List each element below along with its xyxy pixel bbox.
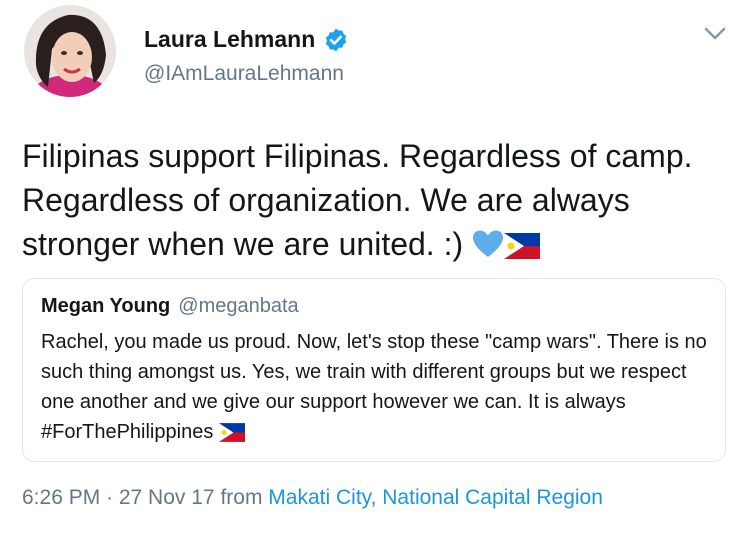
avatar[interactable] — [24, 5, 116, 97]
tweet-body: Filipinas support Filipinas. Regardless … — [22, 134, 737, 270]
quoted-tweet-header: Megan Young @meganbata — [41, 295, 299, 318]
quoted-tweet-text: Rachel, you made us proud. Now, let's st… — [41, 331, 707, 443]
author-handle[interactable]: @IAmLauraLehmann — [144, 62, 344, 86]
author-display-name[interactable]: Laura Lehmann — [144, 26, 315, 53]
blue-heart-icon — [472, 226, 504, 270]
from-prefix: from — [220, 486, 263, 509]
quoted-tweet[interactable]: Megan Young @meganbata Rachel, you made … — [22, 278, 726, 462]
location-link[interactable]: Makati City, National Capital Region — [268, 486, 603, 509]
tweet-timestamp[interactable]: 6:26 PM · 27 Nov 17 — [22, 486, 215, 509]
chevron-down-icon[interactable] — [703, 26, 727, 42]
philippines-flag-icon — [218, 421, 245, 451]
tweet-card: Laura Lehmann @IAmLauraLehmann Filipinas… — [0, 0, 750, 539]
quoted-author-handle[interactable]: @meganbata — [178, 295, 298, 318]
verified-badge-icon — [323, 27, 349, 53]
quoted-tweet-body: Rachel, you made us proud. Now, let's st… — [41, 327, 711, 451]
tweet-text: Filipinas support Filipinas. Regardless … — [22, 138, 693, 262]
author-name-row[interactable]: Laura Lehmann — [144, 26, 349, 53]
philippines-flag-icon — [504, 226, 541, 270]
tweet-meta: 6:26 PM · 27 Nov 17 from Makati City, Na… — [22, 486, 603, 510]
quoted-author-name[interactable]: Megan Young — [41, 295, 170, 318]
